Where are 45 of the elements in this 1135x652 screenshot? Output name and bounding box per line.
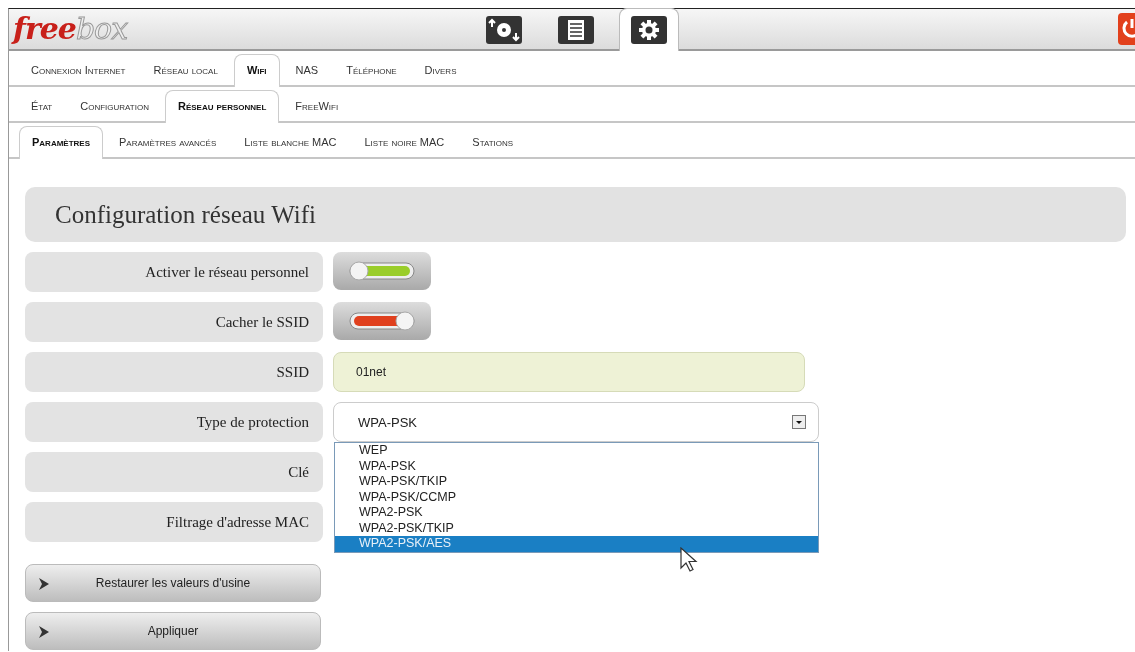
nav-tab[interactable]: Téléphone [334,63,409,85]
document-list-icon [557,15,595,45]
protection-select[interactable]: WPA-PSK [333,402,819,442]
nav-tab[interactable]: Stations [460,135,526,157]
field-label: Cacher le SSID [25,302,323,342]
field-label: Activer le réseau personnel [25,252,323,292]
panel-title: Configuration réseau Wifi [25,187,1126,242]
nav-tab[interactable]: Paramètres [19,126,103,159]
nav-tab[interactable]: Liste blanche MAC [232,135,349,157]
nav-tab[interactable]: État [19,99,65,121]
toggle-switch[interactable] [333,252,431,290]
toolbar-tab[interactable] [619,8,679,51]
field-label: Type de protection [25,402,323,442]
switch-slider-icon [349,261,415,281]
dropdown-option[interactable]: WPA2-PSK [335,505,818,521]
nav-tab[interactable]: Réseau personnel [164,90,280,123]
field-label: SSID [25,352,323,392]
freebox-logo: freebox [13,11,128,46]
nav-tab[interactable]: Connexion Internet [19,63,138,85]
nav-tab[interactable]: Réseau local [141,63,230,85]
nav-tab[interactable]: NAS [283,63,331,85]
field-label: Clé [25,452,323,492]
nav-tab[interactable]: FreeWifi [283,99,351,121]
dropdown-option[interactable]: WPA-PSK [335,458,818,474]
settings-icon [630,15,668,45]
nav-tab[interactable]: Paramètres avancés [107,135,229,157]
dropdown-option[interactable]: WEP [335,443,818,459]
nav-tab[interactable]: Divers [412,63,469,85]
action-button[interactable]: Restaurer les valeurs d'usine [25,564,321,602]
nav-tab[interactable]: Configuration [68,99,161,121]
dropdown-option[interactable]: WPA2-PSK/TKIP [335,520,818,536]
dropdown-option[interactable]: WPA-PSK/CCMP [335,489,818,505]
nav-tab[interactable]: Liste noire MAC [352,135,457,157]
action-button[interactable]: Appliquer [25,612,321,650]
power-button[interactable] [1118,13,1135,45]
nav-tab[interactable]: Wifi [233,54,280,87]
dropdown-option[interactable]: WPA-PSK/TKIP [335,474,818,490]
dropdown-option[interactable]: WPA2-PSK/AES [335,536,818,552]
switch-slider-icon [349,311,415,331]
field-label: Filtrage d'adresse MAC [25,502,323,542]
chevron-icon [38,625,50,639]
toggle-switch[interactable] [333,302,431,340]
chevron-icon [38,577,50,591]
ssid-field[interactable]: 01net [333,352,805,392]
disk-transfer-icon [485,15,523,45]
